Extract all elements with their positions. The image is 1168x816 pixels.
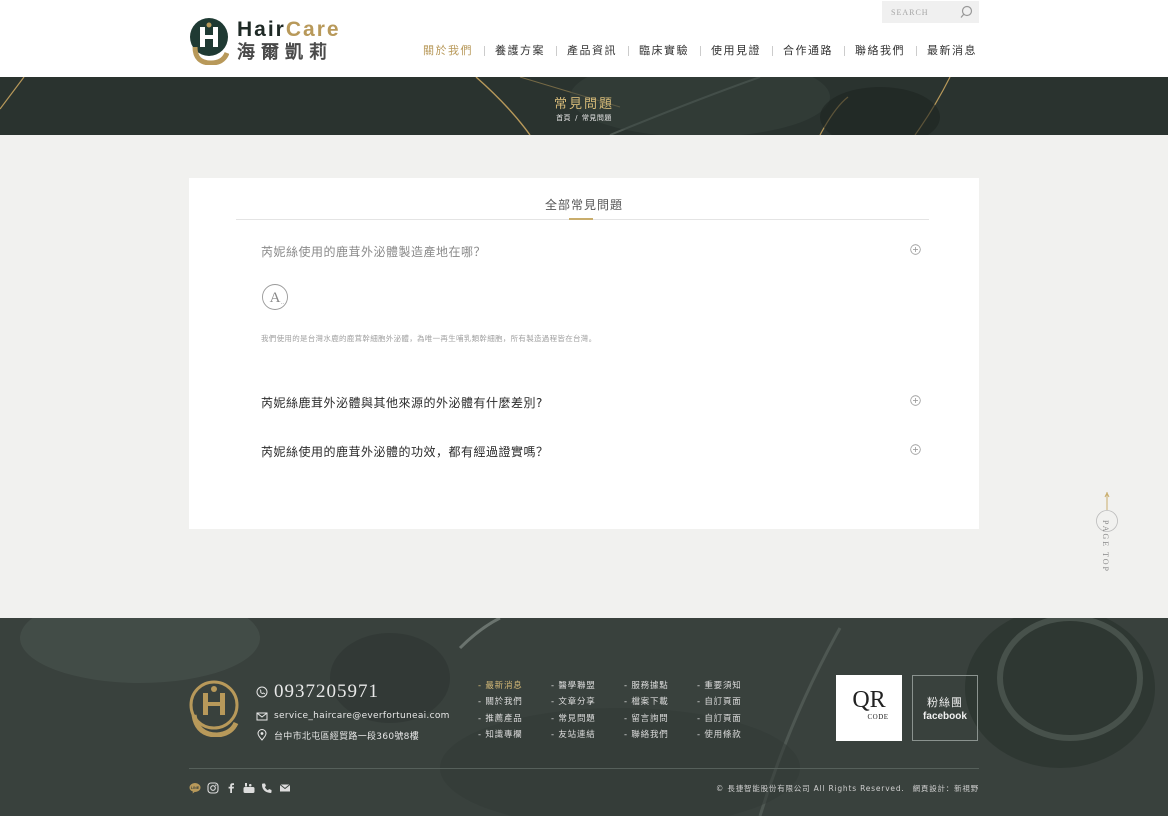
footer-link[interactable]: - 重要須知: [697, 678, 770, 694]
breadcrumb-home[interactable]: 首頁: [556, 114, 571, 122]
footer-link[interactable]: - 服務據點: [624, 678, 697, 694]
footer-link[interactable]: - 留言詢問: [624, 711, 697, 727]
svg-text:..: ..: [281, 300, 285, 306]
footer-phone[interactable]: 0937205971: [256, 680, 450, 704]
search-input[interactable]: [891, 7, 959, 17]
nav-item-partners[interactable]: 合作通路: [772, 43, 844, 59]
footer-email-text: service_haircare@everfortuneai.com: [274, 711, 450, 721]
qr-label: QR: [852, 687, 886, 713]
copyright: © 長捷智能股份有限公司 All Rights Reserved. 網頁設計：新視…: [716, 783, 979, 794]
main-nav: 關於我們 養護方案 產品資訊 臨床實驗 使用見證 合作通路 聯絡我們 最新消息: [412, 42, 988, 60]
faq-card: 全部常見問題 芮妮絲使用的鹿茸外泌體製造產地在哪？ A .. 我們使用的是台灣水…: [189, 178, 979, 529]
breadcrumb-current: 常見問題: [581, 114, 612, 122]
logo-mark-icon: [190, 18, 229, 65]
mail-icon[interactable]: [279, 782, 291, 794]
nav-item-clinical[interactable]: 臨床實驗: [628, 43, 700, 59]
youtube-icon[interactable]: [243, 782, 255, 794]
footer-link-column: - 服務據點 - 檔案下載 - 留言詢問 - 聯絡我們: [624, 678, 697, 743]
footer-link-column: - 醫學聯盟 - 文章分享 - 常見問題 - 友站連結: [551, 678, 624, 743]
footer-link[interactable]: - 聯絡我們: [624, 727, 697, 743]
footer-link[interactable]: - 最新消息: [478, 678, 551, 694]
page-title: 常見問題: [553, 97, 614, 112]
divider-accent: [569, 218, 593, 220]
location-pin-icon: [257, 729, 267, 741]
qr-sublabel: CODE: [867, 713, 889, 721]
logo-text-zh: 海爾凱莉: [237, 42, 333, 63]
footer-link[interactable]: - 醫學聯盟: [551, 678, 624, 694]
phone-icon: [256, 686, 268, 698]
footer-link[interactable]: - 常見問題: [551, 711, 624, 727]
footer-link[interactable]: - 推薦產品: [478, 711, 551, 727]
site-header: HairCare 海爾凱莉 關於我們 養護方案 產品資訊 臨床實驗 使用見證 合…: [0, 0, 1168, 77]
search-icon[interactable]: [960, 5, 973, 19]
nav-item-products[interactable]: 產品資訊: [556, 43, 628, 59]
social-icons: LINE: [189, 782, 297, 794]
breadcrumb: 首頁 / 常見問題: [0, 113, 1168, 123]
svg-text:A: A: [270, 290, 281, 306]
footer-email[interactable]: service_haircare@everfortuneai.com: [256, 709, 450, 723]
fanpage-label: 粉絲團: [927, 696, 963, 709]
mail-icon: [256, 712, 268, 721]
site-logo[interactable]: HairCare 海爾凱莉: [189, 16, 341, 66]
footer-address-text: 台中市北屯區經貿路一段360號8樓: [274, 731, 420, 742]
logo-text-en: HairCare: [237, 18, 341, 41]
footer-divider: [189, 768, 979, 769]
expand-plus-icon[interactable]: [910, 444, 921, 455]
footer-link[interactable]: - 檔案下載: [624, 694, 697, 710]
footer-link-column: - 重要須知 - 自訂頁面 - 自訂頁面 - 使用條款: [697, 678, 770, 743]
footer-link[interactable]: - 關於我們: [478, 694, 551, 710]
footer-link[interactable]: - 友站連結: [551, 727, 624, 743]
breadcrumb-separator: /: [575, 114, 578, 122]
footer-phone-number: 0937205971: [274, 681, 379, 702]
page-top-label[interactable]: PAGE TOP: [1101, 520, 1110, 573]
svg-text:LINE: LINE: [191, 786, 200, 790]
nav-item-contact[interactable]: 聯絡我們: [844, 43, 916, 59]
nav-item-about[interactable]: 關於我們: [412, 43, 484, 59]
faq-answer-text: 我們使用的是台灣水鹿的鹿茸幹細胞外泌體，為唯一再生哺乳類幹細胞，所有製造過程皆在…: [261, 334, 597, 343]
faq-question-1[interactable]: 芮妮絲使用的鹿茸外泌體製造產地在哪？: [261, 243, 921, 260]
designer-credit[interactable]: 網頁設計：新視野: [913, 784, 979, 793]
phone-icon[interactable]: [261, 782, 273, 794]
footer-link[interactable]: - 文章分享: [551, 694, 624, 710]
footer-logo-icon: [189, 680, 239, 737]
search-box: [882, 1, 979, 23]
faq-question-2[interactable]: 芮妮絲鹿茸外泌體與其他來源的外泌體有什麼差別?: [261, 394, 921, 411]
faq-section-title: 全部常見問題: [544, 198, 623, 212]
facebook-fanpage-button[interactable]: 粉絲團 facebook: [912, 675, 978, 741]
faq-question-text: 芮妮絲鹿茸外泌體與其他來源的外泌體有什麼差別?: [261, 396, 543, 410]
line-icon[interactable]: LINE: [189, 782, 201, 794]
nav-item-testimonials[interactable]: 使用見證: [700, 43, 772, 59]
footer-links: - 最新消息 - 關於我們 - 推薦產品 - 知識專欄 - 醫學聯盟 - 文章分…: [478, 678, 770, 743]
footer-link-column: - 最新消息 - 關於我們 - 推薦產品 - 知識專欄: [478, 678, 551, 743]
faq-question-3[interactable]: 芮妮絲使用的鹿茸外泌體的功效，都有經過證實嗎？: [261, 443, 921, 460]
instagram-icon[interactable]: [207, 782, 219, 794]
footer-link[interactable]: - 自訂頁面: [697, 711, 770, 727]
footer-address: 台中市北屯區經貿路一段360號8樓: [256, 728, 450, 742]
footer-link[interactable]: - 知識專欄: [478, 727, 551, 743]
facebook-icon[interactable]: [225, 782, 237, 794]
answer-badge-icon: A ..: [262, 284, 288, 310]
footer-contact: 0937205971 service_haircare@everfortunea…: [256, 680, 450, 742]
faq-question-text: 芮妮絲使用的鹿茸外泌體製造產地在哪？: [261, 245, 487, 259]
qr-code-button[interactable]: QR CODE: [836, 675, 902, 741]
facebook-label: facebook: [923, 711, 967, 722]
faq-question-text: 芮妮絲使用的鹿茸外泌體的功效，都有經過證實嗎？: [261, 445, 549, 459]
expand-plus-icon[interactable]: [910, 395, 921, 406]
nav-item-news[interactable]: 最新消息: [916, 43, 988, 59]
expand-plus-icon[interactable]: [910, 244, 921, 255]
footer-link[interactable]: - 使用條款: [697, 727, 770, 743]
page-banner: 常見問題 首頁 / 常見問題: [0, 77, 1168, 135]
site-footer: 0937205971 service_haircare@everfortunea…: [0, 618, 1168, 816]
footer-link[interactable]: - 自訂頁面: [697, 694, 770, 710]
copyright-text: © 長捷智能股份有限公司 All Rights Reserved.: [715, 784, 905, 793]
nav-item-care-plan[interactable]: 養護方案: [484, 43, 556, 59]
